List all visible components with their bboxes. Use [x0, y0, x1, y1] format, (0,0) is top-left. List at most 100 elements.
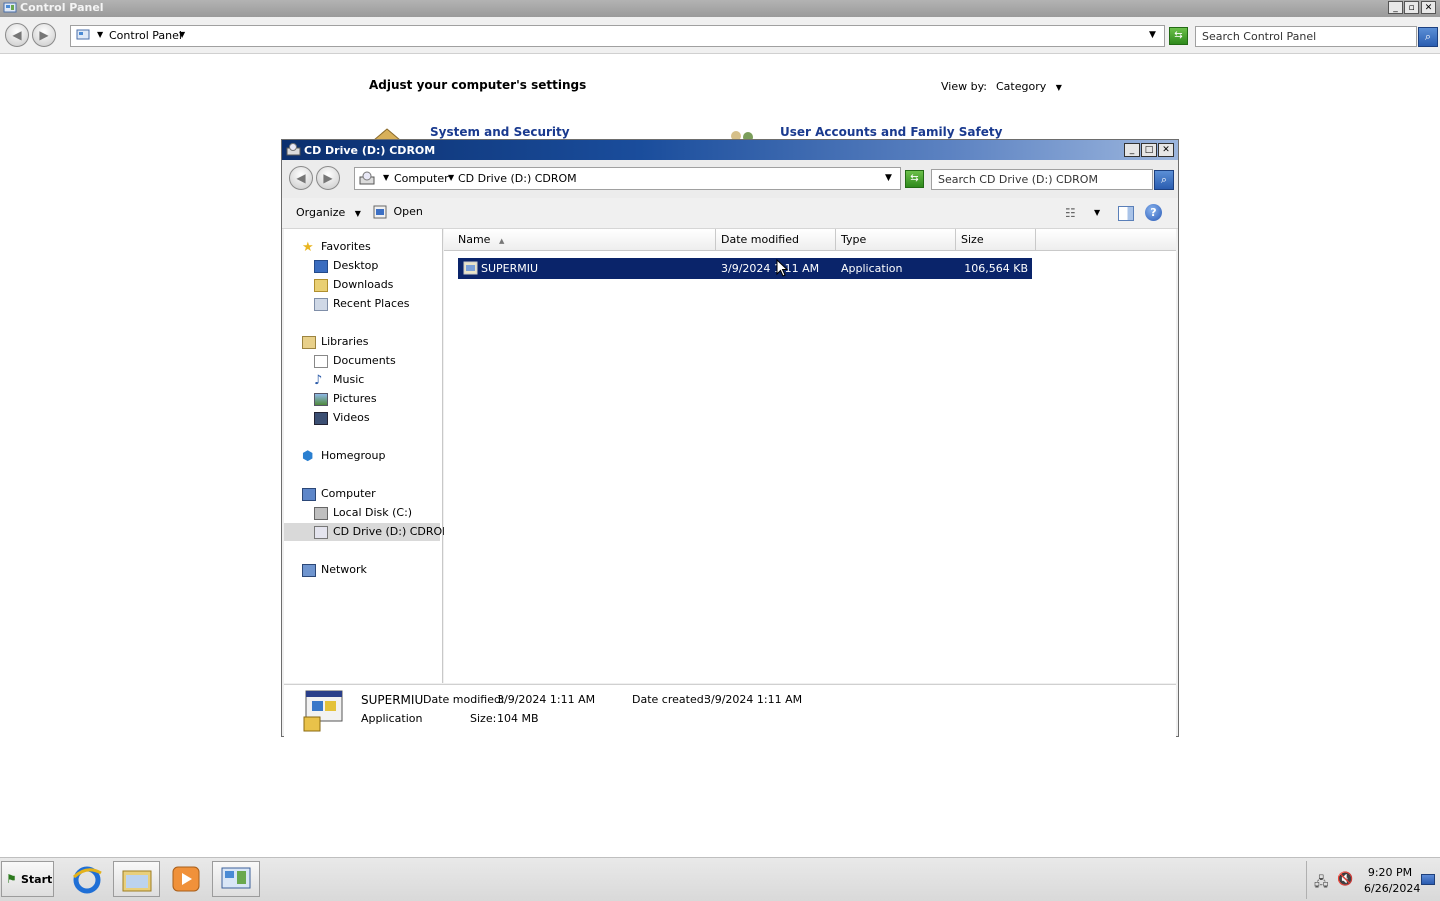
organize-button[interactable]: Organize ▼ [296, 206, 361, 219]
nav-recent-places[interactable]: Recent Places [314, 295, 410, 313]
nav-downloads[interactable]: Downloads [314, 276, 393, 294]
control-panel-icon [3, 2, 17, 13]
category-system-security-link[interactable]: System and Security [430, 125, 570, 139]
preview-pane-icon[interactable] [1118, 206, 1134, 221]
control-panel-icon [76, 29, 90, 40]
control-panel-navbar: ◀ ▶ ▼ Control Panel ▼ ▼ ⇆ Search Control… [0, 17, 1440, 54]
desktop-icon [314, 259, 328, 273]
table-row[interactable]: SUPERMIU 3/9/2024 1:11 AM Application 10… [458, 258, 1032, 279]
nav-label: Downloads [333, 278, 394, 291]
cd-maximize-button[interactable]: □ [1141, 143, 1157, 157]
nav-cd-drive[interactable]: CD Drive (D:) CDROM [284, 523, 452, 541]
search-placeholder: Search CD Drive (D:) CDROM [938, 173, 1098, 186]
forward-button[interactable]: ▶ [32, 23, 56, 47]
column-header-type[interactable]: Type [836, 229, 956, 251]
refresh-icon[interactable]: ⇆ [1169, 27, 1188, 45]
nav-favorites[interactable]: ★ Favorites [302, 238, 371, 256]
system-tray: 🖧 🔇 9:20 PM 6/26/2024 [1306, 861, 1440, 899]
volume-muted-icon[interactable]: 🔇 [1337, 872, 1353, 887]
application-large-icon [303, 690, 343, 732]
details-pane: SUPERMIU Application Date modified: 3/9/… [284, 684, 1176, 737]
cd-close-button[interactable]: ✕ [1158, 143, 1174, 157]
breadcrumb-cd-drive[interactable]: CD Drive (D:) CDROM [458, 172, 577, 185]
column-label: Size [961, 233, 984, 246]
network-tray-icon[interactable]: 🖧 [1314, 873, 1329, 895]
chevron-down-icon: ▼ [1055, 83, 1062, 92]
help-icon[interactable]: ? [1145, 204, 1162, 221]
file-date-modified: 3/9/2024 1:11 AM [721, 262, 820, 275]
search-icon[interactable]: ⌕ [1154, 170, 1174, 190]
cd-address-bar[interactable]: ▼ Computer ▼ CD Drive (D:) CDROM ▼ [354, 167, 901, 190]
cd-window-navbar: ◀ ▶ ▼ Computer ▼ CD Drive (D:) CDROM ▼ ⇆… [282, 160, 1178, 198]
nav-label: Documents [333, 354, 396, 367]
clock-date[interactable]: 6/26/2024 [1364, 882, 1420, 895]
column-header-date-modified[interactable]: Date modified [716, 229, 836, 251]
search-placeholder: Search Control Panel [1202, 30, 1317, 43]
address-dropdown-icon[interactable]: ▼ [885, 173, 892, 183]
chevron-down-icon[interactable]: ▼ [179, 30, 185, 39]
application-icon [463, 261, 478, 275]
nav-label: Favorites [321, 240, 371, 253]
open-label: Open [393, 205, 423, 218]
nav-label: Homegroup [321, 449, 386, 462]
nav-music[interactable]: ♪ Music [314, 371, 364, 389]
address-bar[interactable]: ▼ Control Panel ▼ ▼ [70, 25, 1165, 47]
nav-homegroup[interactable]: ⬢ Homegroup [302, 447, 385, 465]
nav-videos[interactable]: Videos [314, 409, 370, 427]
control-panel-search-input[interactable]: Search Control Panel [1195, 26, 1417, 47]
videos-icon [314, 411, 328, 425]
details-size: 104 MB [497, 712, 539, 725]
nav-documents[interactable]: Documents [314, 352, 396, 370]
network-icon [302, 563, 316, 577]
file-type: Application [841, 262, 903, 275]
folder-icon [122, 870, 152, 892]
nav-desktop[interactable]: Desktop [314, 257, 378, 275]
view-by-value: Category [996, 80, 1047, 93]
mouse-cursor-icon [776, 259, 788, 277]
libraries-icon [302, 335, 316, 349]
media-player-icon[interactable] [170, 863, 202, 895]
details-date-modified-label: Date modified: [423, 693, 505, 706]
view-by-dropdown[interactable]: Category ▼ [996, 80, 1062, 93]
nav-libraries[interactable]: Libraries [302, 333, 369, 351]
chevron-down-icon[interactable]: ▼ [1094, 208, 1100, 217]
forward-button[interactable]: ▶ [316, 166, 340, 190]
column-header-size[interactable]: Size [956, 229, 1036, 251]
minimize-button[interactable]: _ [1388, 1, 1403, 14]
nav-computer[interactable]: Computer [302, 485, 376, 503]
recent-places-icon [314, 297, 328, 311]
show-desktop-button[interactable] [1421, 874, 1435, 885]
chevron-down-icon[interactable]: ▼ [448, 173, 454, 182]
nav-network[interactable]: Network [302, 561, 367, 579]
homegroup-icon: ⬢ [302, 448, 314, 464]
restore-button[interactable]: ▫ [1404, 1, 1419, 14]
internet-explorer-icon[interactable] [70, 863, 104, 897]
view-options-icon[interactable]: ☷ [1065, 206, 1076, 220]
refresh-icon[interactable]: ⇆ [905, 170, 924, 188]
back-button[interactable]: ◀ [5, 23, 29, 47]
cd-minimize-button[interactable]: _ [1124, 143, 1140, 157]
control-panel-taskbar-button[interactable] [212, 861, 260, 897]
breadcrumb-computer[interactable]: Computer [394, 172, 449, 185]
breadcrumb-control-panel[interactable]: Control Panel [109, 29, 182, 42]
category-user-accounts-link[interactable]: User Accounts and Family Safety [780, 125, 1002, 139]
chevron-down-icon: ▼ [354, 209, 361, 218]
nav-label: Videos [333, 411, 370, 424]
taskbar: ⚑ Start 🖧 🔇 9:20 PM 6/26/2024 [0, 857, 1440, 901]
back-button[interactable]: ◀ [289, 166, 313, 190]
address-dropdown-icon[interactable]: ▼ [1149, 30, 1156, 40]
clock-time[interactable]: 9:20 PM [1364, 866, 1416, 879]
control-panel-title: Control Panel [20, 1, 104, 14]
details-file-type: Application [361, 712, 423, 725]
column-header-name[interactable]: Name ▲ [444, 229, 716, 251]
search-icon[interactable]: ⌕ [1418, 27, 1438, 47]
open-button[interactable]: Open [373, 205, 423, 219]
close-button[interactable]: ✕ [1421, 1, 1436, 14]
cd-search-input[interactable]: Search CD Drive (D:) CDROM [931, 169, 1153, 190]
start-button[interactable]: ⚑ Start [1, 861, 54, 897]
nav-local-disk[interactable]: Local Disk (C:) [314, 504, 412, 522]
chevron-down-icon[interactable]: ▼ [97, 30, 103, 39]
chevron-down-icon[interactable]: ▼ [383, 173, 389, 182]
explorer-taskbar-button[interactable] [113, 861, 160, 897]
nav-pictures[interactable]: Pictures [314, 390, 377, 408]
